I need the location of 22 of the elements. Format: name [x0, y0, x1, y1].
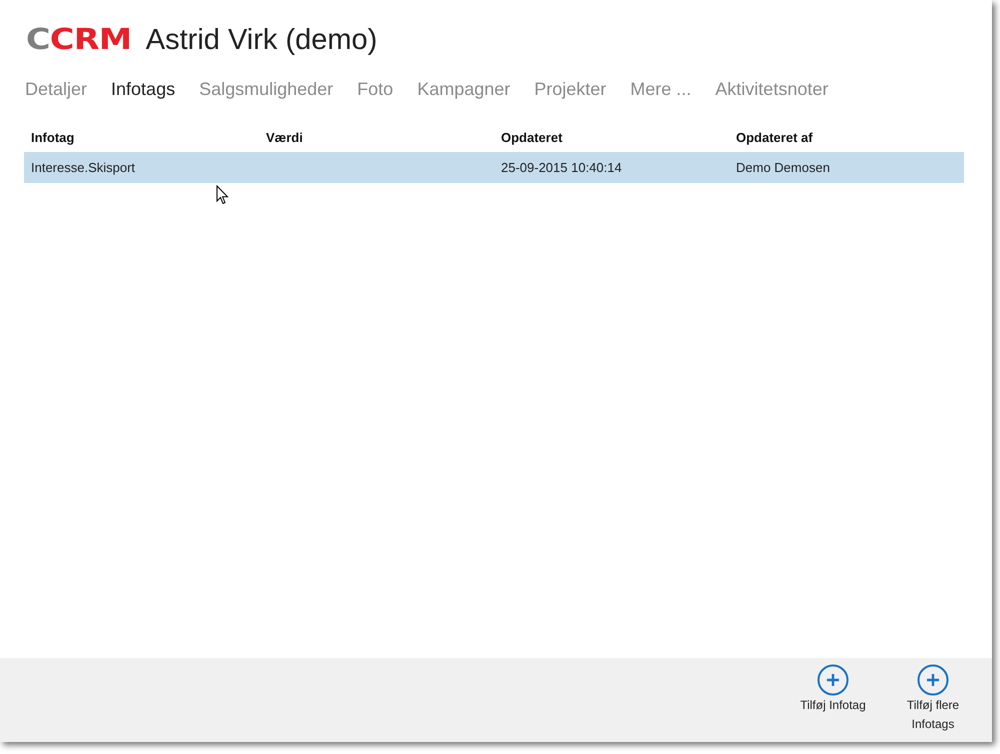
tab[interactable]: Detaljer: [25, 79, 88, 100]
tab[interactable]: Kampagner: [417, 79, 510, 100]
table-cell: 25-09-2015 10:40:14: [501, 160, 622, 175]
logo: CCRM: [26, 22, 132, 56]
add-button[interactable]: Tilføj flere Infotags: [888, 658, 978, 740]
tab[interactable]: Aktivitetsnoter: [715, 79, 828, 100]
column-header: Opdateret af: [729, 130, 964, 152]
column-header: Værdi: [259, 130, 494, 152]
tab[interactable]: Mere ...: [630, 79, 692, 100]
plus-circle-icon: [817, 664, 849, 696]
tab[interactable]: Foto: [357, 79, 394, 100]
mouse-cursor-icon: [216, 185, 229, 205]
column-header: Opdateret: [494, 130, 729, 152]
page-title: Astrid Virk (demo): [146, 24, 378, 57]
tab[interactable]: Salgsmuligheder: [199, 79, 334, 100]
table-cell: Interesse.Skisport: [31, 160, 136, 175]
add-button[interactable]: Tilføj Infotag: [788, 658, 878, 721]
table-cell: Demo Demosen: [736, 160, 830, 175]
tab[interactable]: Infotags: [111, 79, 176, 100]
plus-circle-icon: [917, 664, 949, 696]
tab[interactable]: Projekter: [534, 79, 606, 100]
column-header: Infotag: [24, 130, 259, 152]
